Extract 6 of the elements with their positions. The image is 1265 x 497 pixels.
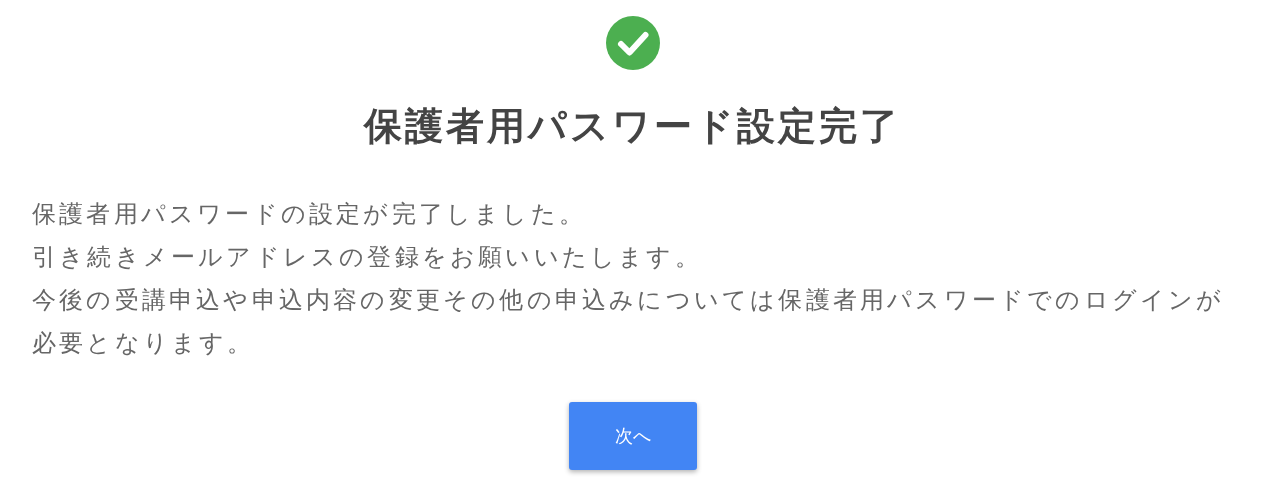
page-title: 保護者用パスワード設定完了 xyxy=(364,103,901,150)
check-icon xyxy=(605,16,660,70)
message-text: 今後の受講申込や申込内容の変更その他の申込みについては保護者用パスワードでのログインが必要となります。 xyxy=(32,285,1226,359)
message-text: 引き続きメールアドレスの登録をお願いいたします。 xyxy=(32,242,703,273)
message-text: 保護者用パスワードの設定が完了しました。 xyxy=(32,199,587,230)
next-button[interactable]: 次へ xyxy=(568,402,697,470)
